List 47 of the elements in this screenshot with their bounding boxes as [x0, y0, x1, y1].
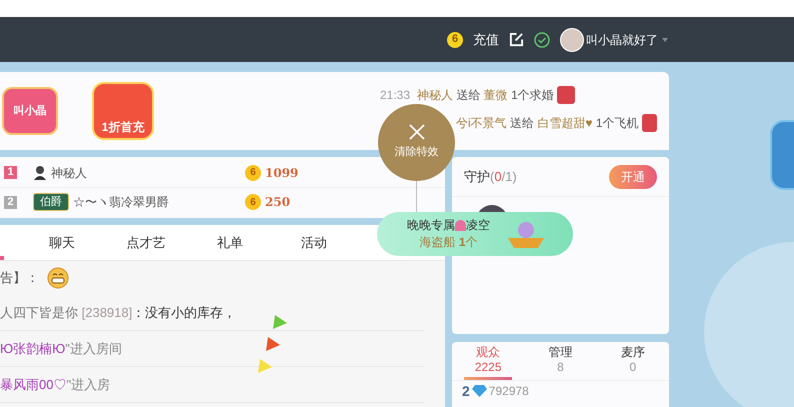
rank-title-badge: 伯爵 — [33, 192, 69, 212]
audience-score: 792978 — [488, 383, 529, 400]
time-text: 21:33 — [380, 87, 410, 104]
gift-icon — [642, 114, 657, 132]
user-name: ☆〜ヽ翡冷翠男爵 — [73, 194, 169, 211]
enter-room-message: 暴风雨00♡"进入房 — [0, 376, 110, 394]
banner-gift-text: 海盗船 1个 — [419, 234, 478, 251]
tab-indicator — [0, 256, 4, 260]
chat-message: 人四下皆是你 [238918]：没有小的库存， — [0, 304, 236, 322]
grin-emoji-icon — [47, 267, 69, 289]
level-number: 2 — [462, 382, 470, 400]
close-icon — [408, 124, 424, 140]
coin-icon: 6 — [447, 32, 463, 48]
caret-icon — [662, 38, 668, 42]
audience-tab[interactable]: 管理 8 — [524, 342, 597, 380]
chat-tab[interactable]: 聊天 — [20, 225, 104, 260]
chat-tab[interactable]: 点才艺 — [104, 225, 188, 260]
username-menu[interactable]: 叫小晶就好了 — [586, 30, 668, 48]
tab-underline — [464, 377, 512, 380]
diamond-icon — [472, 385, 487, 397]
coin-amount: 1099 — [265, 164, 298, 182]
user-name: 神秘人 — [51, 164, 87, 182]
enter-room-message: Ю张韵楠Ю"进入房间 — [0, 340, 122, 358]
check-circle-icon[interactable] — [534, 32, 550, 48]
coin-icon: 6 — [245, 164, 261, 180]
banner-text: 晚晚专属 — [407, 217, 455, 234]
banner-text: 凌空 — [466, 217, 490, 234]
gift-message: 兮i不景气 送给 白雪超甜♥ 1个飞机 — [456, 115, 639, 132]
notice-text: 告】： — [0, 269, 39, 288]
chat-tab[interactable]: 活动 — [272, 225, 356, 260]
rank-number: 2 — [4, 196, 17, 208]
edit-icon[interactable] — [509, 32, 524, 47]
coin-amount: 250 — [265, 194, 290, 211]
masked-user-icon — [33, 165, 47, 180]
guardian-title: 守护(0/1) — [464, 168, 517, 186]
gift-message: 神秘人 送给 董微 1个求婚 — [417, 87, 554, 104]
rank-number: 1 — [4, 166, 17, 179]
audience-tab[interactable]: 麦序 0 — [596, 342, 669, 380]
gift-icon — [556, 86, 575, 104]
audience-tab[interactable]: 观众 2225 — [452, 342, 524, 380]
chat-tab[interactable]: 礼单 — [188, 225, 272, 260]
user-avatar[interactable] — [560, 28, 584, 52]
coin-icon: 6 — [245, 194, 261, 210]
gift-packet[interactable]: 1折首充 — [92, 82, 154, 140]
gift-packet-label: 1折首充 — [102, 119, 144, 136]
tulip-icon — [455, 220, 466, 231]
recharge-link[interactable]: 充值 — [473, 30, 499, 50]
